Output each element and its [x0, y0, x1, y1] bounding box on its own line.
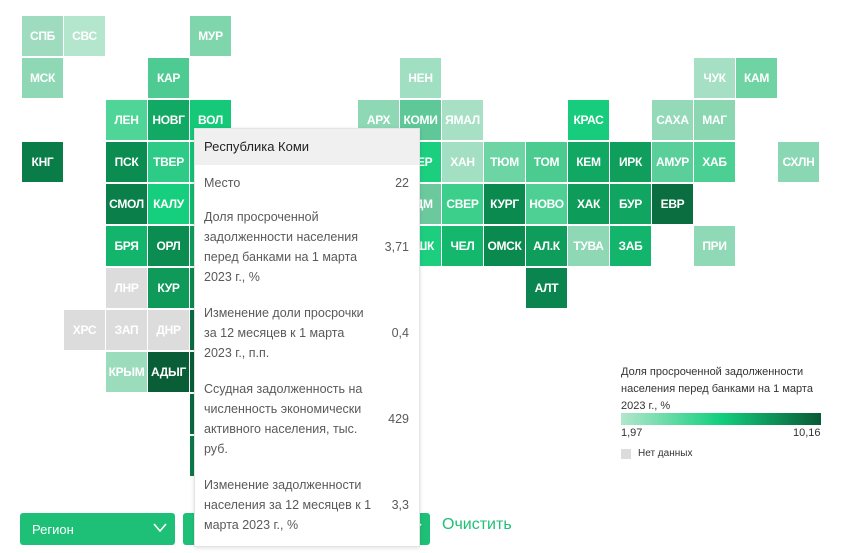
- region-tile[interactable]: СМОЛ: [106, 184, 147, 224]
- legend-max: 10,16: [793, 427, 821, 439]
- region-tile[interactable]: ОМСК: [484, 226, 525, 266]
- region-tile[interactable]: КРЫМ: [106, 352, 147, 392]
- clear-button[interactable]: Очистить: [442, 516, 512, 534]
- region-tile[interactable]: ТВЕР: [148, 142, 189, 182]
- region-tile[interactable]: ДНР: [148, 310, 189, 350]
- tooltip-value: 22: [395, 176, 409, 190]
- region-tile[interactable]: ОРЛ: [148, 226, 189, 266]
- region-tile[interactable]: ТУВА: [568, 226, 609, 266]
- region-tile[interactable]: МУР: [190, 16, 231, 56]
- region-tile[interactable]: ЛНР: [106, 268, 147, 308]
- tooltip-label: Изменение доли просрочки за 12 месяцев к…: [204, 306, 364, 360]
- region-tile[interactable]: АМУР: [652, 142, 693, 182]
- legend-title: Доля просроченной задолженности населени…: [621, 366, 813, 412]
- region-tile[interactable]: КРАС: [568, 100, 609, 140]
- no-data-label: Нет данных: [638, 448, 693, 459]
- region-tile[interactable]: ЕВР: [652, 184, 693, 224]
- region-tile[interactable]: КАЛУ: [148, 184, 189, 224]
- region-tile[interactable]: СХЛН: [778, 142, 819, 182]
- region-tile[interactable]: ПРИ: [694, 226, 735, 266]
- tooltip-title: Республика Коми: [195, 129, 419, 165]
- region-select[interactable]: Регион: [20, 513, 175, 545]
- region-tile[interactable]: НОВО: [526, 184, 567, 224]
- region-tile[interactable]: ЧЕЛ: [442, 226, 483, 266]
- chevron-down-icon: [153, 523, 167, 533]
- tooltip-row: Доля просроченной задолженности населени…: [204, 207, 409, 287]
- legend-min: 1,97: [621, 427, 643, 439]
- region-tile[interactable]: ТЮМ: [484, 142, 525, 182]
- region-tile[interactable]: НЕН: [400, 58, 441, 98]
- region-tile[interactable]: ХАН: [442, 142, 483, 182]
- region-select-label: Регион: [32, 521, 74, 537]
- region-tile[interactable]: КУРГ: [484, 184, 525, 224]
- region-tile[interactable]: АЛ.К: [526, 226, 567, 266]
- region-tile[interactable]: ЯМАЛ: [442, 100, 483, 140]
- region-tile[interactable]: ХРС: [64, 310, 105, 350]
- region-tile[interactable]: МСК: [22, 58, 63, 98]
- tooltip-label: Ссудная задолженность на численность эко…: [204, 382, 363, 456]
- region-tile[interactable]: КЕМ: [568, 142, 609, 182]
- region-tile[interactable]: ПСК: [106, 142, 147, 182]
- no-data-swatch: [621, 449, 631, 459]
- tooltip-row: Место 22: [204, 173, 409, 193]
- region-tile[interactable]: ЗАБ: [610, 226, 651, 266]
- region-tile[interactable]: ТОМ: [526, 142, 567, 182]
- region-tile[interactable]: ЛЕН: [106, 100, 147, 140]
- tooltip-label: Место: [204, 176, 241, 190]
- tooltip-row: Изменение доли просрочки за 12 месяцев к…: [204, 303, 409, 363]
- region-tile[interactable]: АЛТ: [526, 268, 567, 308]
- tooltip-value: 0,4: [391, 326, 409, 340]
- region-tile[interactable]: КНГ: [22, 142, 63, 182]
- region-tile[interactable]: ИРК: [610, 142, 651, 182]
- tooltip-label: Доля просроченной задолженности населени…: [204, 210, 358, 284]
- region-tile[interactable]: БРЯ: [106, 226, 147, 266]
- region-tile[interactable]: ХАК: [568, 184, 609, 224]
- region-tile[interactable]: МАГ: [694, 100, 735, 140]
- tooltip-value: 3,71: [384, 240, 409, 254]
- region-tile[interactable]: КАМ: [736, 58, 777, 98]
- region-tile[interactable]: ХАБ: [694, 142, 735, 182]
- region-tile[interactable]: ЗАП: [106, 310, 147, 350]
- tooltip-row: Изменение задолженности населения за 12 …: [204, 475, 409, 535]
- region-tile[interactable]: БУР: [610, 184, 651, 224]
- region-tile[interactable]: КУР: [148, 268, 189, 308]
- tooltip-value: 429: [388, 412, 409, 426]
- region-tooltip: Республика Коми Место 22 Доля просроченно…: [194, 128, 420, 547]
- region-tile[interactable]: СВС: [64, 16, 105, 56]
- tooltip-value: 3,3: [391, 498, 409, 512]
- region-tile[interactable]: СПБ: [22, 16, 63, 56]
- legend-gradient: [621, 413, 821, 425]
- tooltip-label: Изменение задолженности населения за 12 …: [204, 478, 372, 532]
- region-tile[interactable]: СВЕР: [442, 184, 483, 224]
- region-tile[interactable]: КАР: [148, 58, 189, 98]
- region-tile[interactable]: НОВГ: [148, 100, 189, 140]
- tooltip-row: Ссудная задолженность на численность эко…: [204, 379, 409, 459]
- region-tile[interactable]: ЧУК: [694, 58, 735, 98]
- region-tile[interactable]: САХА: [652, 100, 693, 140]
- region-tile[interactable]: АДЫГ: [148, 352, 189, 392]
